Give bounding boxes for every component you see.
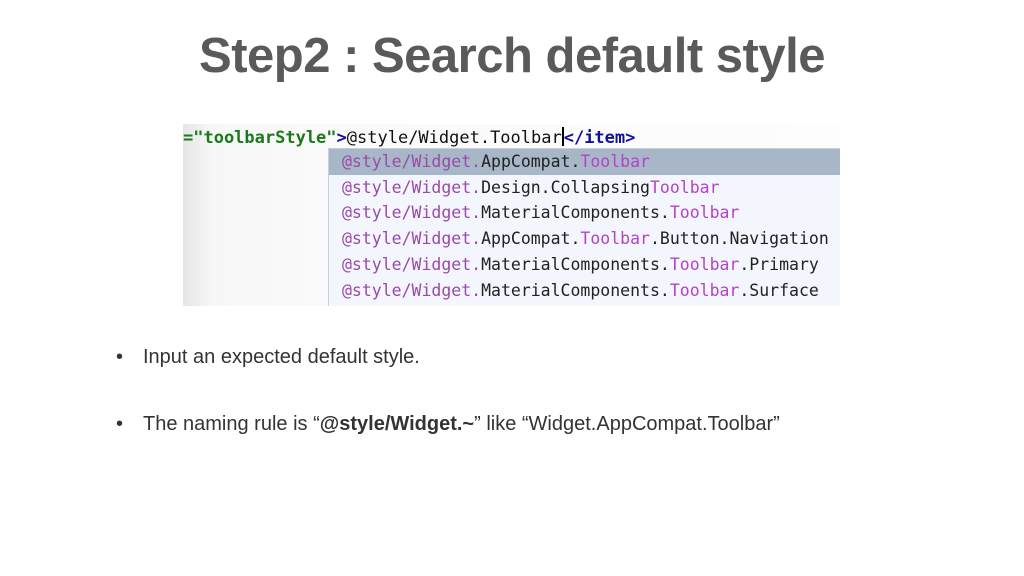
bullet-dot: • [116, 346, 124, 368]
item-middle: MaterialComponents. [481, 203, 670, 223]
item-middle: AppCompat. [481, 152, 581, 171]
item-match: Toolbar [669, 203, 740, 223]
item-prefix: @style/Widget. [342, 177, 482, 197]
item-prefix: @style/Widget. [342, 203, 482, 223]
bullet-text-pre: The naming rule is “ [143, 413, 320, 435]
autocomplete-item[interactable]: @style/Widget.MaterialComponents.Toolbar [329, 200, 840, 226]
item-middle: MaterialComponents. [481, 254, 670, 274]
item-match: Toolbar [580, 152, 650, 171]
item-middle: AppCompat. [481, 229, 581, 249]
item-match: Toolbar [669, 280, 740, 300]
item-middle: MaterialComponents. [481, 280, 670, 300]
code-typed-text[interactable]: @style/Widget.Toolbar [347, 128, 562, 148]
item-match: Toolbar [580, 229, 650, 249]
autocomplete-item[interactable]: @style/Widget.MaterialComponents.Toolbar… [329, 252, 840, 278]
autocomplete-item[interactable]: @style/Widget.AppCompat.Toolbar.Button.N… [329, 226, 840, 252]
bullet-dot: • [116, 413, 124, 435]
autocomplete-item[interactable]: @style/Widget.AppCompat.Toolbar [329, 149, 840, 175]
item-prefix: @style/Widget. [342, 254, 482, 274]
item-match: Toolbar [669, 254, 740, 274]
autocomplete-item[interactable]: @style/Widget.Design.CollapsingToolbar [329, 175, 840, 201]
code-editor-screenshot: ="toolbarStyle">@style/Widget.Toolbar </i… [183, 124, 840, 306]
item-prefix: @style/Widget. [342, 280, 482, 300]
item-suffix: .Surface [739, 280, 819, 300]
bullet-text-post: ” like “Widget.AppCompat.Toolbar” [474, 413, 780, 435]
item-suffix: .Button.Navigation [649, 229, 829, 249]
bullet-text-bold: @style/Widget.~ [319, 413, 475, 435]
bullet-text: The naming rule is “@style/Widget.~” lik… [143, 413, 780, 436]
item-prefix: @style/Widget. [342, 152, 482, 171]
slide-title: Step2 : Search default style [199, 29, 825, 83]
bullet-text: Input an expected default style. [143, 346, 420, 368]
item-middle: Design.Collapsing [481, 177, 650, 197]
code-attr-value: ="toolbarStyle" [183, 128, 337, 148]
code-line: ="toolbarStyle">@style/Widget.Toolbar </i… [183, 126, 635, 150]
code-tag-close: > [336, 128, 347, 148]
autocomplete-item[interactable]: @style/Widget.MaterialComponents.Toolbar… [329, 278, 840, 304]
code-closing-tag: </item> [563, 128, 636, 148]
item-prefix: @style/Widget. [342, 229, 482, 249]
item-match: Toolbar [649, 177, 720, 197]
autocomplete-popup: @style/Widget.AppCompat.Toolbar @style/W… [328, 148, 840, 306]
item-suffix: .Primary [739, 254, 819, 274]
